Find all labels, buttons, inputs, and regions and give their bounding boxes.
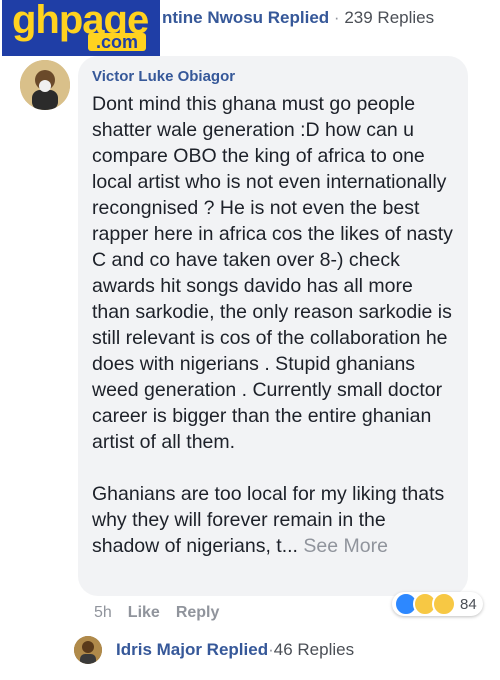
site-logo: ghpage .com — [2, 0, 160, 56]
separator: · — [333, 8, 340, 27]
top-reply-count: 239 Replies — [344, 8, 435, 27]
comment-bubble: Victor Luke Obiagor Dont mind this ghana… — [78, 56, 468, 596]
avatar — [74, 636, 102, 664]
see-more-link[interactable]: See More — [303, 535, 388, 557]
wow-icon — [432, 592, 456, 616]
reactions-summary[interactable]: 84 — [392, 592, 483, 616]
logo-sub-text: .com — [87, 33, 146, 51]
like-button[interactable]: Like — [128, 604, 160, 622]
reply-thread-count: 46 Replies — [273, 640, 355, 659]
avatar[interactable] — [20, 60, 70, 110]
comment-paragraph-2: Ghanians are too local for my liking tha… — [92, 483, 450, 557]
comment-paragraph-1: Dont mind this ghana must go people shat… — [92, 93, 459, 453]
comment-author[interactable]: Victor Luke Obiagor — [92, 68, 454, 85]
comment-body: Dont mind this ghana must go people shat… — [92, 91, 454, 559]
reaction-count: 84 — [460, 595, 477, 613]
avatar-image — [20, 60, 70, 110]
reply-button[interactable]: Reply — [176, 604, 220, 622]
top-reply-name: ntine Nwosu Replied — [162, 8, 330, 27]
reply-thread-name: Idris Major Replied — [116, 640, 269, 659]
comment-actions: 5h Like Reply — [94, 604, 219, 622]
top-replies-link[interactable]: ntine Nwosu Replied · 239 Replies — [162, 8, 434, 28]
reply-thread-link[interactable]: Idris Major Replied · 46 Replies — [74, 636, 354, 664]
avatar-image — [74, 636, 102, 664]
comment-time[interactable]: 5h — [94, 604, 112, 622]
